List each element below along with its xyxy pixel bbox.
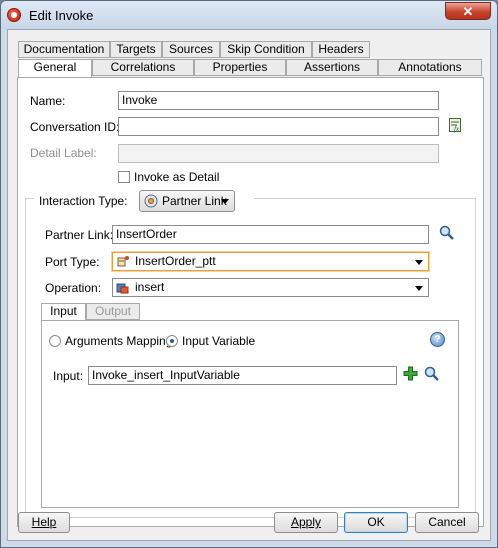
tab-targets[interactable]: Targets	[110, 41, 162, 58]
operation-value: insert	[135, 280, 165, 294]
tab-general[interactable]: General	[18, 59, 92, 77]
conversation-id-label: Conversation ID:	[30, 120, 120, 134]
detail-label-label: Detail Label:	[30, 146, 97, 160]
operation-label: Operation:	[45, 281, 102, 295]
input-variable-radio[interactable]	[166, 335, 178, 347]
partner-link-label: Partner Link:	[45, 228, 114, 242]
operation-icon	[116, 281, 130, 296]
dialog-client-area: Documentation Targets Sources Skip Condi…	[7, 29, 491, 541]
oracle-app-icon	[7, 8, 21, 22]
port-type-value: InsertOrder_ptt	[135, 254, 216, 268]
name-label: Name:	[30, 94, 66, 108]
partner-link-field[interactable]: InsertOrder	[112, 225, 429, 244]
name-field[interactable]: Invoke	[118, 91, 439, 110]
conversation-id-builder-icon[interactable]: fx	[449, 118, 463, 133]
cancel-button[interactable]: Cancel	[415, 512, 479, 533]
tab-annotations[interactable]: Annotations	[378, 59, 482, 76]
tab-headers[interactable]: Headers	[312, 41, 370, 58]
detail-label-field	[118, 144, 439, 163]
tab-correlations[interactable]: Correlations	[92, 59, 194, 76]
tab-properties[interactable]: Properties	[194, 59, 286, 76]
port-type-label: Port Type:	[45, 255, 100, 269]
input-variable-label: Input Variable	[182, 334, 256, 348]
general-panel: Name: Invoke Conversation ID: fx Detail …	[17, 77, 484, 527]
help-button-label: Help	[31, 515, 57, 529]
close-button[interactable]: ✕	[445, 2, 491, 20]
search-icon[interactable]	[439, 225, 455, 244]
search-icon[interactable]	[424, 366, 440, 385]
operation-dropdown[interactable]: insert	[112, 278, 429, 297]
tab-skip-condition[interactable]: Skip Condition	[220, 41, 312, 58]
svg-text:fx: fx	[454, 125, 460, 133]
tab-sources[interactable]: Sources	[162, 41, 220, 58]
apply-button-label: Apply	[290, 515, 322, 529]
help-button[interactable]: Help	[18, 512, 70, 533]
ok-button[interactable]: OK	[344, 512, 408, 533]
tab-input[interactable]: Input	[41, 303, 86, 321]
interaction-type-dropdown[interactable]: Partner Link	[139, 190, 235, 212]
edit-invoke-dialog: Edit Invoke ✕ Documentation Targets Sour…	[0, 0, 498, 548]
title-bar: Edit Invoke ✕	[1, 1, 497, 29]
port-type-dropdown[interactable]: InsertOrder_ptt	[112, 252, 429, 271]
help-icon[interactable]: ?	[430, 332, 445, 347]
invoke-as-detail-checkbox[interactable]	[118, 171, 130, 183]
interaction-type-value: Partner Link	[162, 194, 227, 208]
conversation-id-field[interactable]	[118, 117, 439, 136]
input-subpanel	[41, 320, 459, 508]
apply-button[interactable]: Apply	[274, 512, 338, 533]
chevron-down-icon	[415, 260, 423, 265]
interaction-type-label: Interaction Type:	[39, 194, 128, 208]
arguments-mapping-radio[interactable]	[49, 335, 61, 347]
add-icon[interactable]	[403, 366, 418, 384]
input-variable-field[interactable]: Invoke_insert_InputVariable	[88, 366, 397, 385]
port-type-icon	[116, 255, 130, 270]
tab-documentation[interactable]: Documentation	[18, 41, 110, 58]
arguments-mapping-label: Arguments Mapping	[65, 334, 173, 348]
input-label: Input:	[53, 369, 84, 383]
chevron-down-icon	[415, 286, 423, 291]
invoke-as-detail-label: Invoke as Detail	[134, 170, 220, 184]
window-title: Edit Invoke	[29, 8, 94, 23]
partner-link-icon	[144, 194, 158, 214]
tab-assertions[interactable]: Assertions	[286, 59, 378, 76]
tab-output: Output	[86, 303, 140, 320]
chevron-down-icon	[221, 199, 229, 204]
